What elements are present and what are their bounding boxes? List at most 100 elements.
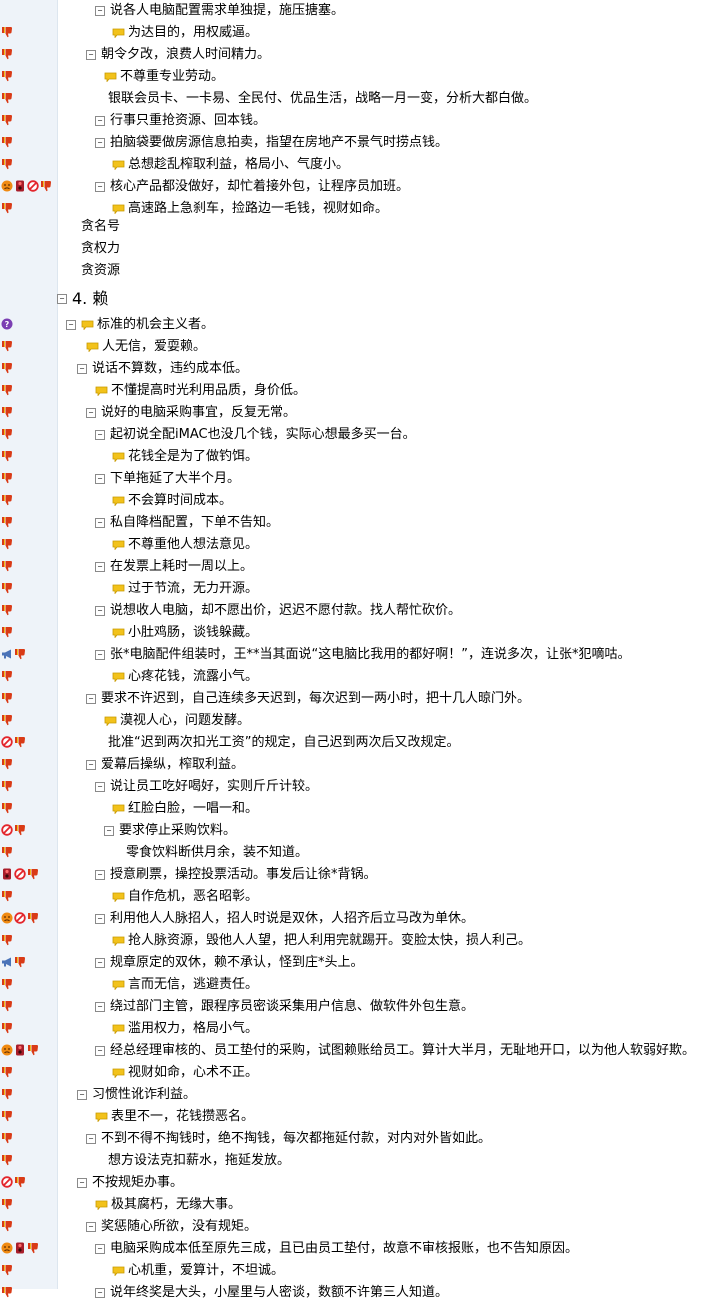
topic-text[interactable]: 为达目的，用权威逼。 bbox=[128, 22, 258, 44]
outline-row[interactable]: − 说让员工吃好喝好，实则斤斤计较。 bbox=[0, 776, 720, 798]
outline-row[interactable]: − 朝令夕改，浪费人时间精力。 bbox=[0, 44, 720, 66]
outline-row[interactable]: 极其腐朽，无缘大事。 bbox=[0, 1194, 720, 1216]
outline-row[interactable]: − 起初说全配iMAC也没几个钱，实际心想最多买一台。 bbox=[0, 424, 720, 446]
outline-row[interactable]: 心机重，爱算计，不坦诚。 bbox=[0, 1260, 720, 1282]
note-icon[interactable] bbox=[95, 1112, 108, 1122]
note-icon[interactable] bbox=[104, 716, 117, 726]
note-icon[interactable] bbox=[81, 320, 94, 330]
note-icon[interactable] bbox=[112, 204, 125, 214]
outline-row[interactable]: − 授意刷票，操控投票活动。事发后让徐*背锅。 bbox=[0, 864, 720, 886]
outline-row[interactable]: − 要求不许迟到，自己连续多天迟到，每次迟到一两小时，把十几人晾门外。 bbox=[0, 688, 720, 710]
collapse-toggle-icon[interactable]: − bbox=[95, 430, 105, 440]
note-icon[interactable] bbox=[112, 540, 125, 550]
outline-row[interactable]: 花钱全是为了做钓饵。 bbox=[0, 446, 720, 468]
outline-row[interactable]: 抢人脉资源，毁他人人望，把人利用完就踢开。变脸太快，损人利己。 bbox=[0, 930, 720, 952]
outline-row[interactable]: − 说好的电脑采购事宜，反复无常。 bbox=[0, 402, 720, 424]
collapse-toggle-icon[interactable]: − bbox=[95, 782, 105, 792]
collapse-toggle-icon[interactable]: − bbox=[95, 650, 105, 660]
note-icon[interactable] bbox=[112, 980, 125, 990]
topic-text[interactable]: 习惯性讹诈利益。 bbox=[92, 1084, 196, 1106]
topic-text[interactable]: 批准“迟到两次扣光工资”的规定，自己迟到两次后又改规定。 bbox=[108, 732, 459, 754]
outline-row[interactable]: − 要求停止采购饮料。 bbox=[0, 820, 720, 842]
collapse-toggle-icon[interactable]: − bbox=[77, 1178, 87, 1188]
outline-row[interactable]: 不会算时间成本。 bbox=[0, 490, 720, 512]
outline-row[interactable]: 想方设法克扣薪水，拖延发放。 bbox=[0, 1150, 720, 1172]
outline-row[interactable]: − 私自降档配置，下单不告知。 bbox=[0, 512, 720, 534]
topic-text[interactable]: 视财如命，心术不正。 bbox=[128, 1062, 258, 1084]
note-icon[interactable] bbox=[95, 1200, 108, 1210]
collapse-toggle-icon[interactable]: − bbox=[86, 1134, 96, 1144]
outline-row[interactable]: − 不到不得不掏钱时，绝不掏钱，每次都拖延付款，对内对外皆如此。 bbox=[0, 1128, 720, 1150]
topic-text[interactable]: 想方设法克扣薪水，拖延发放。 bbox=[108, 1150, 290, 1172]
outline-row[interactable]: − 说想收人电脑，却不愿出价，迟迟不愿付款。找人帮忙砍价。 bbox=[0, 600, 720, 622]
note-icon[interactable] bbox=[95, 386, 108, 396]
collapse-toggle-icon[interactable]: − bbox=[86, 1222, 96, 1232]
topic-text[interactable]: 规章原定的双休，赖不承认，怪到庄*头上。 bbox=[110, 952, 364, 974]
outline-row[interactable]: 心疼花钱，流露小气。 bbox=[0, 666, 720, 688]
collapse-toggle-icon[interactable]: − bbox=[95, 518, 105, 528]
topic-text[interactable]: 不按规矩办事。 bbox=[92, 1172, 183, 1194]
collapse-toggle-icon[interactable]: − bbox=[95, 138, 105, 148]
collapse-toggle-icon[interactable]: − bbox=[104, 826, 114, 836]
outline-row[interactable]: − 下单拖延了大半个月。 bbox=[0, 468, 720, 490]
topic-text[interactable]: 爱幕后操纵，榨取利益。 bbox=[101, 754, 244, 776]
outline-row[interactable]: 零食饮料断供月余，装不知道。 bbox=[0, 842, 720, 864]
outline-row[interactable]: − 电脑采购成本低至原先三成，且已由员工垫付，故意不审核报账，也不告知原因。 bbox=[0, 1238, 720, 1260]
outline-row[interactable]: − 利用他人人脉招人，招人时说是双休，人招齐后立马改为单休。 bbox=[0, 908, 720, 930]
topic-text[interactable]: 不尊重专业劳动。 bbox=[120, 66, 224, 88]
collapse-toggle-icon[interactable]: − bbox=[77, 1090, 87, 1100]
topic-text[interactable]: 过于节流，无力开源。 bbox=[128, 578, 258, 600]
collapse-toggle-icon[interactable]: − bbox=[95, 6, 105, 16]
outline-row[interactable]: 贪名号 bbox=[0, 216, 720, 238]
topic-text[interactable]: 花钱全是为了做钓饵。 bbox=[128, 446, 258, 468]
topic-text[interactable]: 总想趁乱榨取利益，格局小、气度小。 bbox=[128, 154, 349, 176]
collapse-toggle-icon[interactable]: − bbox=[95, 1288, 105, 1298]
outline-row[interactable]: − 核心产品都没做好，却忙着接外包，让程序员加班。 bbox=[0, 176, 720, 198]
outline-row[interactable]: 贪权力 bbox=[0, 238, 720, 260]
topic-text[interactable]: 行事只重抢资源、回本钱。 bbox=[110, 110, 266, 132]
outline-row[interactable]: − 在发票上耗时一周以上。 bbox=[0, 556, 720, 578]
note-icon[interactable] bbox=[112, 1024, 125, 1034]
outline-row[interactable]: 贪资源 bbox=[0, 260, 720, 282]
collapse-toggle-icon[interactable]: − bbox=[95, 606, 105, 616]
note-icon[interactable] bbox=[112, 804, 125, 814]
topic-text[interactable]: 贪资源 bbox=[81, 260, 120, 282]
topic-text[interactable]: 说话不算数，违约成本低。 bbox=[92, 358, 248, 380]
outline-row[interactable]: 滥用权力，格局小气。 bbox=[0, 1018, 720, 1040]
collapse-toggle-icon[interactable]: − bbox=[86, 760, 96, 770]
topic-text[interactable]: 经总经理审核的、员工垫付的采购，试图赖账给员工。算计大半月，无耻地开口，以为他人… bbox=[110, 1040, 695, 1062]
topic-text[interactable]: 表里不一，花钱攒恶名。 bbox=[111, 1106, 254, 1128]
topic-text[interactable]: 不到不得不掏钱时，绝不掏钱，每次都拖延付款，对内对外皆如此。 bbox=[101, 1128, 491, 1150]
topic-text[interactable]: 说好的电脑采购事宜，反复无常。 bbox=[101, 402, 296, 424]
collapse-toggle-icon[interactable]: − bbox=[95, 914, 105, 924]
topic-text[interactable]: 心机重，爱算计，不坦诚。 bbox=[128, 1260, 284, 1282]
collapse-toggle-icon[interactable]: − bbox=[95, 474, 105, 484]
collapse-toggle-icon[interactable]: − bbox=[95, 116, 105, 126]
collapse-toggle-icon[interactable]: − bbox=[86, 408, 96, 418]
topic-text[interactable]: 起初说全配iMAC也没几个钱，实际心想最多买一台。 bbox=[110, 424, 416, 446]
topic-text[interactable]: 漠视人心，问题发酵。 bbox=[120, 710, 250, 732]
outline-row[interactable]: −4. 赖 bbox=[0, 288, 720, 310]
topic-text[interactable]: 要求不许迟到，自己连续多天迟到，每次迟到一两小时，把十几人晾门外。 bbox=[101, 688, 530, 710]
topic-text[interactable]: 贪权力 bbox=[81, 238, 120, 260]
topic-text[interactable]: 私自降档配置，下单不告知。 bbox=[110, 512, 279, 534]
topic-text[interactable]: 说各人电脑配置需求单独提，施压搪塞。 bbox=[110, 0, 344, 22]
collapse-toggle-icon[interactable]: − bbox=[95, 958, 105, 968]
outline-row[interactable]: − 说年终奖是大头，小屋里与人密谈，数额不许第三人知道。 bbox=[0, 1282, 720, 1304]
outline-row[interactable]: ? − 标准的机会主义者。 bbox=[0, 314, 720, 336]
note-icon[interactable] bbox=[112, 28, 125, 38]
outline-row[interactable]: − 爱幕后操纵，榨取利益。 bbox=[0, 754, 720, 776]
topic-text[interactable]: 要求停止采购饮料。 bbox=[119, 820, 236, 842]
topic-text[interactable]: 抢人脉资源，毁他人人望，把人利用完就踢开。变脸太快，损人利己。 bbox=[128, 930, 531, 952]
topic-text[interactable]: 授意刷票，操控投票活动。事发后让徐*背锅。 bbox=[110, 864, 377, 886]
topic-text[interactable]: 4. 赖 bbox=[72, 288, 108, 310]
topic-text[interactable]: 言而无信，逃避责任。 bbox=[128, 974, 258, 996]
topic-text[interactable]: 小肚鸡肠，谈钱躲藏。 bbox=[128, 622, 258, 644]
topic-text[interactable]: 在发票上耗时一周以上。 bbox=[110, 556, 253, 578]
outline-row[interactable]: 红脸白脸，一唱一和。 bbox=[0, 798, 720, 820]
outline-row[interactable]: − 规章原定的双休，赖不承认，怪到庄*头上。 bbox=[0, 952, 720, 974]
collapse-toggle-icon[interactable]: − bbox=[95, 870, 105, 880]
topic-text[interactable]: 人无信，爱耍赖。 bbox=[102, 336, 206, 358]
note-icon[interactable] bbox=[112, 496, 125, 506]
topic-text[interactable]: 标准的机会主义者。 bbox=[97, 314, 214, 336]
